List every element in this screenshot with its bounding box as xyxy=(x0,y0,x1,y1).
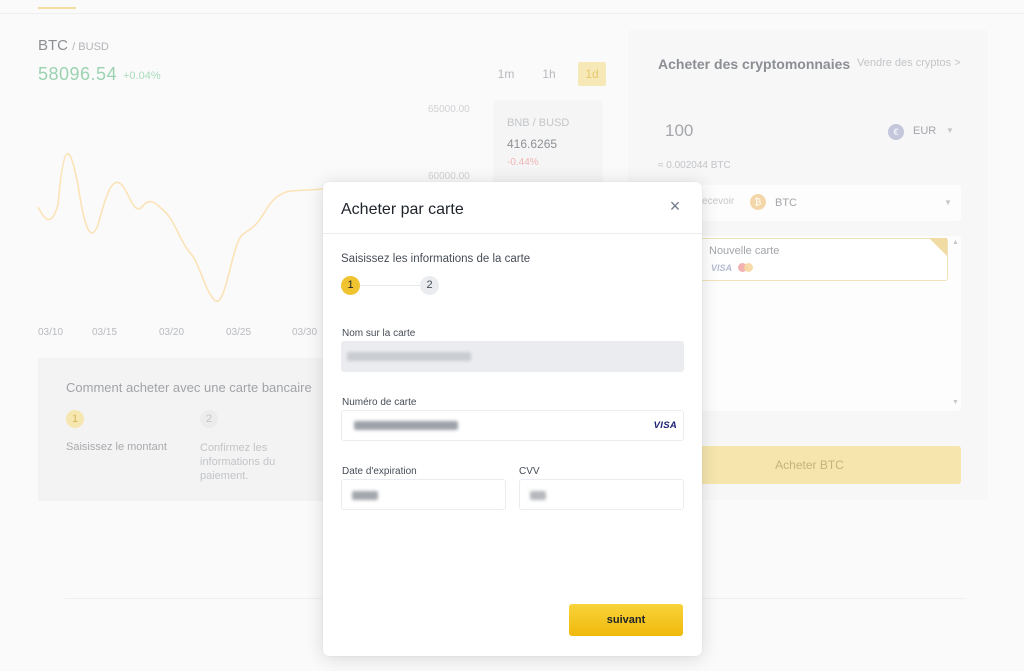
card-number-label: Numéro de carte xyxy=(342,397,417,408)
redacted-value xyxy=(530,491,546,500)
redacted-value xyxy=(354,421,458,430)
card-name-label: Nom sur la carte xyxy=(342,328,416,339)
cvv-label: CVV xyxy=(519,466,540,477)
expiry-field[interactable] xyxy=(341,479,506,510)
stepper: 1 2 xyxy=(341,276,441,296)
stepper-connector xyxy=(360,285,420,286)
buy-by-card-modal: Acheter par carte × Saisissez les inform… xyxy=(323,182,702,656)
cvv-field[interactable] xyxy=(519,479,684,510)
card-number-field[interactable]: VISA xyxy=(341,410,684,441)
card-name-field xyxy=(341,341,684,372)
step-1-indicator: 1 xyxy=(341,276,360,295)
next-button[interactable]: suivant xyxy=(569,604,683,636)
redacted-value xyxy=(352,491,378,500)
modal-subtitle: Saisissez les informations de la carte xyxy=(341,253,531,265)
close-icon[interactable]: × xyxy=(665,196,685,216)
visa-logo-icon: VISA xyxy=(653,420,677,431)
redacted-value xyxy=(347,352,471,361)
expiry-label: Date d'expiration xyxy=(342,466,417,477)
modal-divider xyxy=(323,233,702,234)
step-2-indicator: 2 xyxy=(420,276,439,295)
modal-title: Acheter par carte xyxy=(341,201,464,218)
